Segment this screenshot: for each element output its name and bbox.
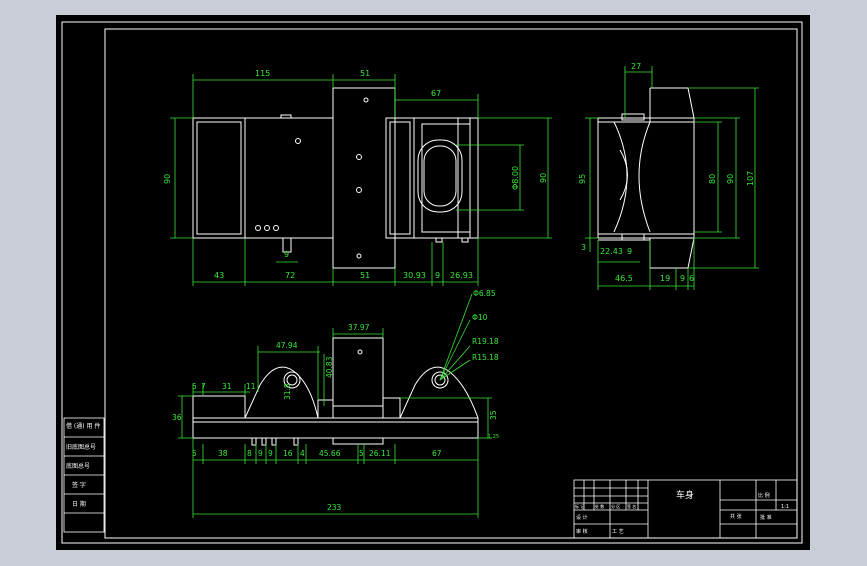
dim-31: 31 xyxy=(222,382,232,391)
dim-35: 35 xyxy=(489,410,498,420)
dim-22: 22.43 xyxy=(600,247,623,256)
tb-label-zone: 分 区 xyxy=(611,503,620,509)
dim-67: 67 xyxy=(432,449,442,458)
dim-90-left: 90 xyxy=(163,174,172,184)
side-table-row-1: 借 (通) 用 件 xyxy=(66,422,100,430)
dim-6: 6 xyxy=(689,274,694,283)
dim-r19-18: R19.18 xyxy=(472,337,499,346)
dim-9: 9 xyxy=(284,250,289,259)
tb-row-approve: 批 准 xyxy=(760,514,772,521)
dim-26-11: 26.11 xyxy=(369,449,391,458)
dim-95: 95 xyxy=(578,174,587,184)
dim-233: 233 xyxy=(327,503,342,512)
dim-9b: 9 xyxy=(435,271,440,280)
dim-47-94: 47.94 xyxy=(276,341,298,350)
dim-40-83: 40.83 xyxy=(325,356,334,378)
side-table-row-5: 日 期 xyxy=(72,500,86,508)
dim-4: 4 xyxy=(300,449,305,458)
tb-row-process: 工 艺 xyxy=(612,529,624,535)
drawing-sheet: 借 (通) 用 件 旧底图总号 底图总号 签 字 日 期 115 51 67 9… xyxy=(56,15,810,550)
dim-51-bot: 51 xyxy=(360,271,370,280)
dim-phi6-85: Φ6.85 xyxy=(473,289,496,298)
dim-80: 80 xyxy=(708,174,717,184)
dim-5c: 5 xyxy=(359,449,364,458)
dim-9-side: 9 xyxy=(627,247,632,256)
dim-115: 115 xyxy=(255,69,270,78)
dim-30: 30.93 xyxy=(403,271,426,280)
dim-51-top: 51 xyxy=(360,69,370,78)
dim-107: 107 xyxy=(746,171,755,186)
tb-label-count: 处 数 xyxy=(595,503,604,509)
tb-label-sign: 签 名 xyxy=(627,503,636,509)
part-name: 车身 xyxy=(676,489,694,501)
tb-row-review: 审 核 xyxy=(576,528,588,535)
dim-16: 16 xyxy=(283,449,293,458)
dim-72: 72 xyxy=(285,271,295,280)
dim-r15-18: R15.18 xyxy=(472,353,499,362)
dim-31-8: 31.8 xyxy=(283,383,292,400)
dim-67-top: 67 xyxy=(431,89,441,98)
side-table-row-2: 旧底图总号 xyxy=(66,443,96,451)
dim-phi8: Φ8.00 xyxy=(511,166,520,190)
cad-viewport[interactable]: 借 (通) 用 件 旧底图总号 底图总号 签 字 日 期 115 51 67 9… xyxy=(0,0,867,562)
dim-19: 19 xyxy=(660,274,670,283)
dim-90: 90 xyxy=(726,174,735,184)
dim-36: 36 xyxy=(172,413,182,422)
tb-row-design: 设 计 xyxy=(576,514,588,521)
dim-5b: 5 xyxy=(192,449,197,458)
dim-46-5: 46.5 xyxy=(615,274,633,283)
dim-3: 3 xyxy=(581,243,586,252)
dim-7: 7 xyxy=(201,382,206,391)
dim-8: 8 xyxy=(247,449,252,458)
dim-9b-side: 9 xyxy=(680,274,685,283)
dim-phi10: Φ10 xyxy=(472,313,488,322)
dim-9b: 9 xyxy=(268,449,273,458)
dim-26: 26.93 xyxy=(450,271,473,280)
tb-scale: 1:1 xyxy=(781,504,789,510)
dim-1-25: 1.25 xyxy=(488,434,499,440)
tb-label-mark: 标 记 xyxy=(575,503,584,509)
dim-45-66: 45.66 xyxy=(319,449,341,458)
tb-ratio-label: 比 例 xyxy=(758,492,770,499)
dim-38: 38 xyxy=(218,449,228,458)
dim-27: 27 xyxy=(631,62,641,71)
side-table-row-3: 底图总号 xyxy=(66,462,90,470)
dim-43: 43 xyxy=(214,271,224,280)
tb-sheet-label: 共 张 xyxy=(730,513,742,520)
dim-37-97: 37.97 xyxy=(348,323,370,332)
dim-11: 11 xyxy=(246,382,256,391)
dim-5: 5 xyxy=(192,382,197,391)
dim-90-right: 90 xyxy=(539,173,548,183)
side-table-row-4: 签 字 xyxy=(72,481,86,489)
dim-9a: 9 xyxy=(258,449,263,458)
